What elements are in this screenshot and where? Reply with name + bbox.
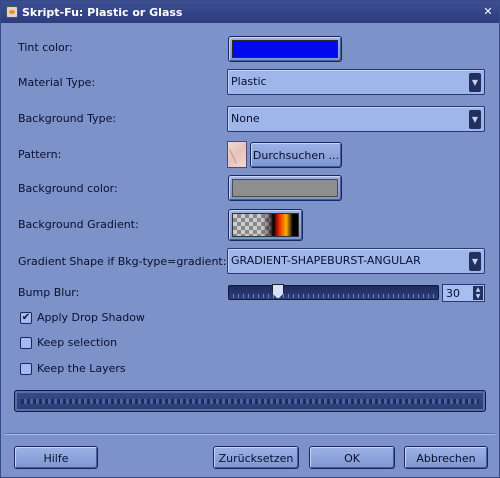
chevron-down-icon: ▼ [469,252,481,271]
chevron-down-icon: ▼ [469,110,481,129]
cancel-button-label: Abbrechen [416,452,476,465]
browse-button-label: Durchsuchen ... [252,149,340,162]
slider-ticks [233,294,434,298]
background-type-label: Background Type: [18,112,117,125]
window-title: Skript-Fu: Plastic or Glass [22,5,183,19]
apply-drop-shadow-label[interactable]: Apply Drop Shadow [37,311,145,325]
progress-bar [14,390,486,412]
pattern-label: Pattern: [18,148,62,161]
tint-color-swatch [232,40,338,58]
apply-drop-shadow-checkbox[interactable]: ✔ [20,312,32,324]
background-type-value: None [231,112,260,125]
background-gradient-button[interactable] [228,209,303,241]
gradient-shape-value: GRADIENT-SHAPEBURST-ANGULAR [231,254,421,267]
browse-pattern-button[interactable]: Durchsuchen ... [250,142,342,168]
help-button[interactable]: Hilfe [14,446,98,469]
material-type-label: Material Type: [18,76,96,89]
title-bar: Skript-Fu: Plastic or Glass ✕ [1,1,499,23]
keep-selection-checkbox[interactable] [20,337,32,349]
spin-arrows-icon[interactable]: ▲ ▼ [473,286,483,300]
keep-selection-label[interactable]: Keep selection [37,336,117,350]
material-type-value: Plastic [231,75,267,88]
keep-layers-checkbox[interactable] [20,363,32,375]
gradient-shape-label: Gradient Shape if Bkg-type=gradient: [18,255,227,268]
bump-blur-spinbox[interactable]: 30 ▲ ▼ [442,284,485,302]
background-color-swatch [232,179,338,197]
chevron-down-icon: ▼ [469,73,481,92]
background-gradient-label: Background Gradient: [18,218,139,231]
bump-blur-label: Bump Blur: [18,286,80,299]
gimp-icon [6,6,18,18]
background-color-button[interactable] [228,175,342,201]
tint-color-label: Tint color: [18,41,73,54]
pattern-preview[interactable] [227,141,247,168]
material-type-combo[interactable]: Plastic ▼ [227,69,485,95]
reset-button-label: Zurücksetzen [218,452,294,465]
gradient-preview [232,213,299,237]
progress-pattern [21,399,479,404]
help-button-label: Hilfe [43,452,69,465]
background-type-combo[interactable]: None ▼ [227,106,485,132]
dialog-window: Skript-Fu: Plastic or Glass ✕ Tint color… [0,0,500,478]
bump-blur-slider[interactable] [228,285,439,300]
ok-button-label: OK [344,452,360,465]
bump-blur-value: 30 [446,287,460,300]
close-icon[interactable]: ✕ [481,5,495,19]
separator [5,433,495,435]
ok-button[interactable]: OK [309,446,395,469]
gradient-shape-combo[interactable]: GRADIENT-SHAPEBURST-ANGULAR ▼ [227,248,485,274]
reset-button[interactable]: Zurücksetzen [213,446,299,469]
cancel-button[interactable]: Abbrechen [404,446,488,469]
background-color-label: Background color: [18,182,118,195]
tint-color-button[interactable] [228,36,342,62]
keep-layers-label[interactable]: Keep the Layers [37,362,126,376]
